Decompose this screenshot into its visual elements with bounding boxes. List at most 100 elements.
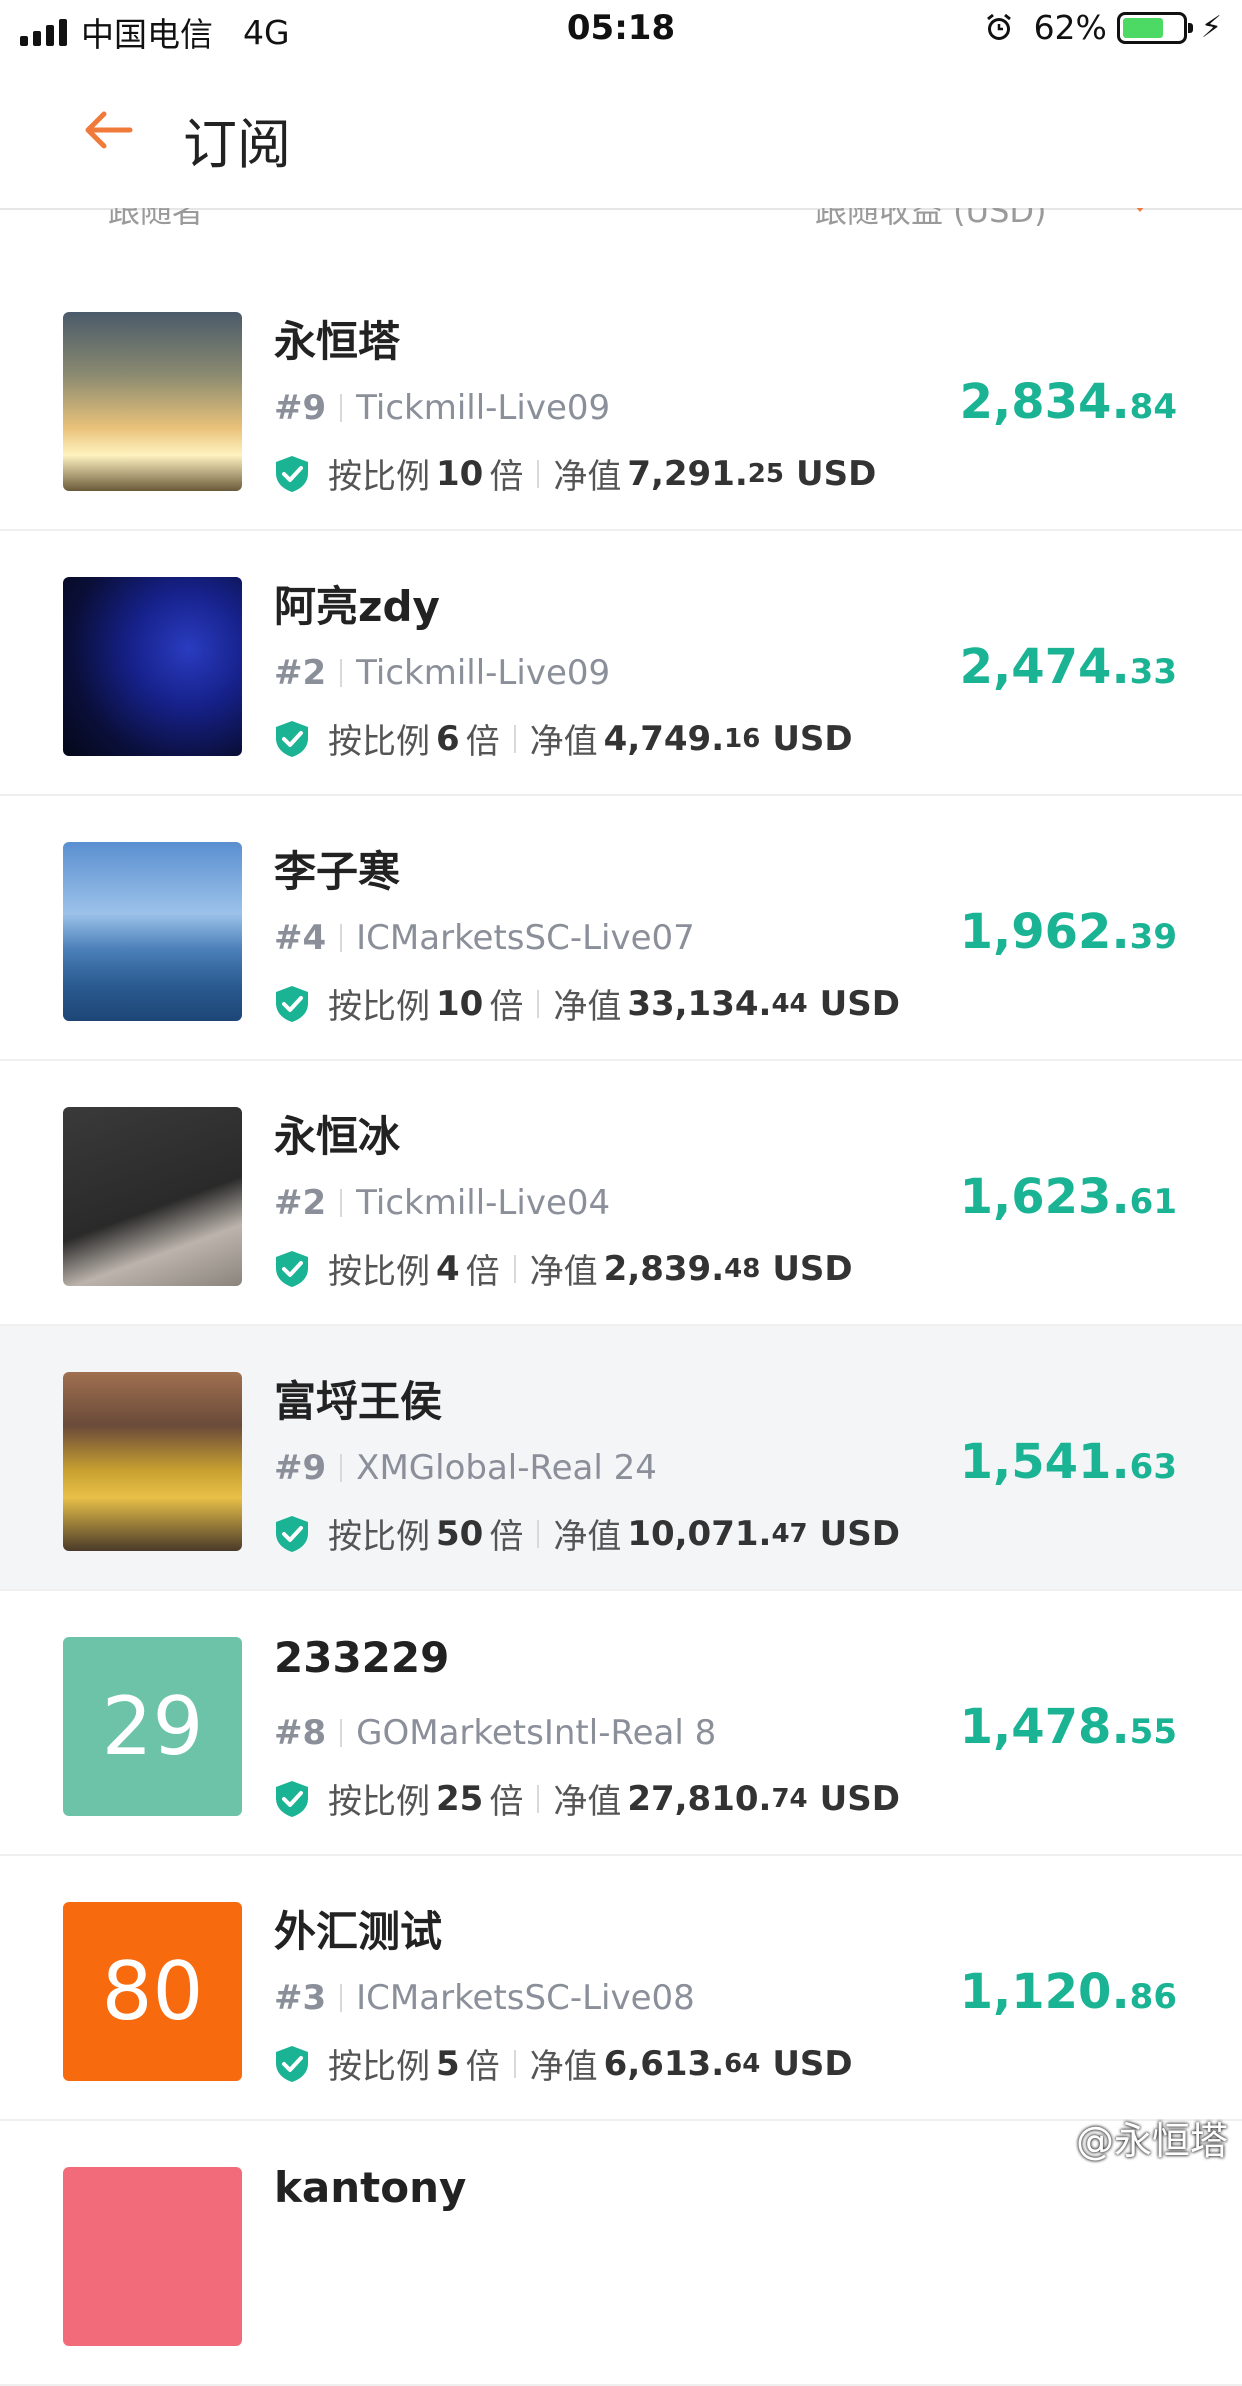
profit-dec: 63 bbox=[1129, 1447, 1177, 1487]
equity-label: 净值 bbox=[553, 1782, 622, 1822]
rank-badge: #2 bbox=[274, 653, 327, 693]
rank-badge: #2 bbox=[274, 1183, 327, 1223]
account-line: #2 Tickmill-Live04 bbox=[274, 1183, 610, 1223]
divider bbox=[340, 394, 343, 422]
trader-name: 永恒塔 bbox=[274, 317, 401, 366]
ratio-label: 按比例 bbox=[328, 2047, 430, 2087]
account-line: #2 Tickmill-Live09 bbox=[274, 653, 610, 693]
divider bbox=[537, 459, 540, 488]
avatar bbox=[63, 2167, 242, 2346]
alarm-icon bbox=[986, 13, 1011, 40]
detail-line: 按比例 6 倍净值 4,749. 16 USD bbox=[274, 714, 859, 763]
profit-dec: 55 bbox=[1129, 1712, 1177, 1752]
back-arrow-icon[interactable] bbox=[78, 100, 138, 160]
profit-dec: 39 bbox=[1129, 917, 1177, 957]
follow-profit: 2,834.84 bbox=[960, 374, 1177, 430]
shield-check-icon bbox=[276, 985, 308, 1022]
profit-int: 1,120. bbox=[959, 1964, 1130, 2020]
battery-icon bbox=[1116, 11, 1193, 44]
ratio-label: 按比例 bbox=[328, 457, 430, 497]
trader-name: 永恒冰 bbox=[274, 1112, 401, 1161]
shield-check-icon bbox=[276, 720, 308, 757]
column-follower: 跟随者 bbox=[108, 208, 205, 230]
equity-currency: USD bbox=[819, 983, 900, 1024]
equity-label: 净值 bbox=[529, 2047, 598, 2087]
follow-profit: 1,962.39 bbox=[960, 904, 1177, 960]
equity-dec: 64 bbox=[724, 2048, 761, 2079]
equity-label: 净值 bbox=[553, 457, 622, 497]
divider bbox=[340, 659, 343, 687]
page-title: 订阅 bbox=[183, 113, 291, 176]
list-item[interactable]: 29 233229 #8 GOMarketsIntl-Real 8 按比例 25 倍净值 27… bbox=[0, 1591, 1242, 1856]
equity-currency: USD bbox=[772, 718, 853, 759]
equity-label: 净值 bbox=[553, 987, 622, 1027]
divider bbox=[340, 924, 343, 952]
equity-currency: USD bbox=[795, 453, 877, 494]
shield-check-icon bbox=[276, 1250, 308, 1287]
profit-dec: 86 bbox=[1129, 1977, 1177, 2017]
rank-badge: #8 bbox=[274, 1713, 327, 1753]
equity-int: 6,613. bbox=[603, 2043, 725, 2084]
divider bbox=[537, 989, 540, 1018]
divider bbox=[513, 1254, 516, 1283]
trader-name: kantony bbox=[274, 2163, 467, 2212]
list-item[interactable]: 永恒冰 #2 Tickmill-Live04 按比例 4 倍净值 2,839. 48 USD 1,… bbox=[0, 1061, 1242, 1326]
avatar bbox=[63, 577, 242, 756]
follow-profit: 2,474.33 bbox=[960, 639, 1177, 695]
profit-int: 1,541. bbox=[959, 1434, 1130, 1490]
ratio-label: 按比例 bbox=[328, 1517, 430, 1557]
equity-dec: 48 bbox=[724, 1253, 761, 1284]
detail-line: 按比例 5 倍净值 6,613. 64 USD bbox=[274, 2039, 859, 2088]
watermark: @永恒塔 bbox=[1075, 2119, 1228, 2163]
list-item[interactable]: 富埒王侯 #9 XMGlobal-Real 24 按比例 50 倍净值 10,071. 47 U… bbox=[0, 1326, 1242, 1591]
broker-account: XMGlobal-Real 24 bbox=[356, 1448, 657, 1488]
list-item[interactable]: 80 外汇测试 #3 ICMarketsSC-Live08 按比例 5 倍净值 6,613. 6… bbox=[0, 1856, 1242, 2121]
follow-profit: 1,478.55 bbox=[960, 1699, 1177, 1755]
divider bbox=[340, 1984, 343, 2012]
shield-check-icon bbox=[276, 2045, 308, 2082]
charging-icon: ⚡ bbox=[1200, 10, 1222, 45]
profit-dec: 61 bbox=[1129, 1182, 1177, 1222]
list-item[interactable]: 阿亮zdy #2 Tickmill-Live09 按比例 6 倍净值 4,749. 16 USD… bbox=[0, 531, 1242, 796]
equity-currency: USD bbox=[772, 2043, 853, 2084]
ratio-unit: 倍 bbox=[489, 457, 524, 497]
ratio-unit: 倍 bbox=[489, 987, 524, 1027]
sort-caret-icon[interactable] bbox=[1130, 208, 1150, 212]
trader-name: 外汇测试 bbox=[274, 1907, 443, 1956]
ratio-unit: 倍 bbox=[465, 1252, 500, 1292]
detail-line: 按比例 10 倍净值 33,134. 44 USD bbox=[274, 979, 906, 1028]
battery-percent: 62% bbox=[1033, 8, 1107, 47]
subscription-list: 永恒塔 #9 Tickmill-Live09 按比例 10 倍净值 7,291. 25 USD 2… bbox=[0, 266, 1242, 2386]
rank-badge: #3 bbox=[274, 1978, 327, 2018]
nav-header: 订阅 bbox=[0, 62, 1242, 210]
profit-dec: 84 bbox=[1129, 387, 1177, 427]
trader-name: 233229 bbox=[274, 1633, 450, 1682]
avatar bbox=[63, 1372, 242, 1551]
equity-currency: USD bbox=[772, 1248, 853, 1289]
status-bar: 中国电信 4G 05:18 62% ⚡ bbox=[0, 0, 1242, 62]
list-item[interactable]: kantony bbox=[0, 2121, 1242, 2386]
ratio-value: 4 bbox=[436, 1248, 460, 1289]
broker-account: Tickmill-Live04 bbox=[356, 1183, 611, 1223]
status-right: 62% ⚡ bbox=[984, 8, 1222, 47]
list-item[interactable]: 永恒塔 #9 Tickmill-Live09 按比例 10 倍净值 7,291. 25 USD 2… bbox=[0, 266, 1242, 531]
detail-line: 按比例 25 倍净值 27,810. 74 USD bbox=[274, 1774, 906, 1823]
shield-check-icon bbox=[276, 1515, 308, 1552]
list-item[interactable]: 李子寒 #4 ICMarketsSC-Live07 按比例 10 倍净值 33,134. 44… bbox=[0, 796, 1242, 1061]
equity-dec: 44 bbox=[771, 988, 808, 1019]
equity-currency: USD bbox=[819, 1513, 900, 1554]
profit-dec: 33 bbox=[1129, 652, 1177, 692]
ratio-value: 25 bbox=[436, 1778, 484, 1819]
ratio-value: 50 bbox=[436, 1513, 484, 1554]
account-line: #3 ICMarketsSC-Live08 bbox=[274, 1978, 695, 2018]
equity-int: 7,291. bbox=[627, 453, 748, 494]
shield-check-icon bbox=[276, 1780, 308, 1817]
avatar bbox=[63, 312, 242, 491]
column-profit[interactable]: 跟随收益 (USD) bbox=[815, 208, 1047, 230]
ratio-label: 按比例 bbox=[328, 987, 430, 1027]
equity-int: 33,134. bbox=[627, 983, 772, 1024]
profit-int: 2,474. bbox=[959, 639, 1130, 695]
ratio-label: 按比例 bbox=[328, 1252, 430, 1292]
trader-name: 阿亮zdy bbox=[274, 582, 440, 631]
ratio-unit: 倍 bbox=[489, 1517, 524, 1557]
